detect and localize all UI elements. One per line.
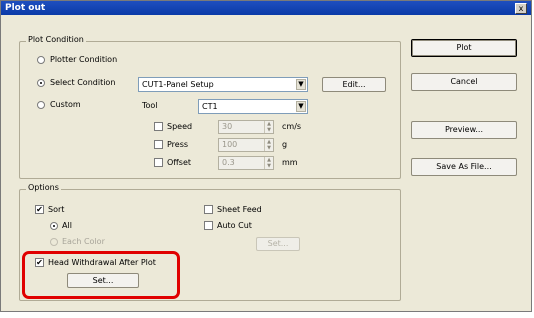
tool-label: Tool: [142, 101, 158, 110]
select-condition-label: Select Condition: [50, 78, 116, 87]
auto-cut-set-button-label: Set...: [267, 239, 289, 248]
chevron-down-icon[interactable]: ▼: [296, 79, 306, 90]
tool-select[interactable]: CT1 ▼: [198, 99, 308, 114]
plotter-condition-label: Plotter Condition: [50, 55, 118, 64]
edit-button-label: Edit...: [342, 80, 366, 89]
highlight-annotation: [22, 251, 180, 299]
offset-spinner[interactable]: ▲ ▼: [264, 157, 273, 169]
plot-out-dialog: Plot out x Plot Condition Plotter Condit…: [0, 0, 532, 312]
close-icon[interactable]: x: [515, 3, 527, 14]
window-title: Plot out: [5, 3, 46, 13]
press-value: 100: [222, 140, 238, 149]
sort-label: Sort: [48, 205, 65, 214]
offset-unit: mm: [282, 158, 298, 167]
condition-select[interactable]: CUT1-Panel Setup ▼: [138, 77, 308, 92]
custom-radio[interactable]: [37, 101, 45, 109]
offset-label: Offset: [167, 158, 192, 167]
speed-value: 30: [222, 122, 233, 131]
speed-field[interactable]: 30 ▲ ▼: [218, 120, 274, 134]
all-radio[interactable]: [50, 222, 58, 230]
preview-button[interactable]: Preview...: [411, 121, 517, 139]
each-color-label: Each Color: [62, 237, 105, 246]
offset-field[interactable]: 0.3 ▲ ▼: [218, 156, 274, 170]
auto-cut-checkbox[interactable]: [204, 221, 213, 230]
cancel-button[interactable]: Cancel: [411, 73, 517, 91]
plot-condition-legend: Plot Condition: [26, 35, 86, 44]
save-as-file-button-label: Save As File...: [436, 162, 492, 171]
sheet-feed-checkbox[interactable]: [204, 205, 213, 214]
offset-checkbox[interactable]: [154, 158, 163, 167]
sheet-feed-label: Sheet Feed: [217, 205, 262, 214]
press-checkbox[interactable]: [154, 140, 163, 149]
title-bar: Plot out x: [1, 1, 531, 15]
preview-button-label: Preview...: [444, 125, 484, 134]
chevron-down-icon[interactable]: ▼: [296, 101, 306, 112]
custom-label: Custom: [50, 100, 81, 109]
options-legend: Options: [26, 183, 61, 192]
plot-condition-group: Plot Condition Plotter Condition Select …: [19, 35, 401, 179]
press-label: Press: [167, 140, 189, 149]
press-spinner[interactable]: ▲ ▼: [264, 139, 273, 151]
select-condition-radio[interactable]: [37, 79, 45, 87]
sort-checkbox[interactable]: ✔: [35, 205, 44, 214]
each-color-radio: [50, 238, 58, 246]
plotter-condition-radio[interactable]: [37, 56, 45, 64]
all-label: All: [62, 221, 72, 230]
auto-cut-label: Auto Cut: [217, 221, 252, 230]
speed-spinner[interactable]: ▲ ▼: [264, 121, 273, 133]
press-field[interactable]: 100 ▲ ▼: [218, 138, 274, 152]
press-unit: g: [282, 140, 288, 149]
auto-cut-set-button: Set...: [256, 237, 300, 251]
condition-select-value: CUT1-Panel Setup: [142, 80, 214, 89]
spin-down-icon: ▼: [267, 145, 271, 151]
plot-button-label: Plot: [456, 43, 472, 52]
speed-unit: cm/s: [282, 122, 302, 131]
spin-down-icon: ▼: [267, 163, 271, 169]
offset-value: 0.3: [222, 158, 235, 167]
save-as-file-button[interactable]: Save As File...: [411, 158, 517, 176]
cancel-button-label: Cancel: [450, 77, 478, 86]
spin-down-icon: ▼: [267, 127, 271, 133]
edit-button[interactable]: Edit...: [322, 77, 386, 92]
speed-checkbox[interactable]: [154, 122, 163, 131]
tool-select-value: CT1: [202, 102, 218, 111]
plot-button[interactable]: Plot: [411, 39, 517, 57]
speed-label: Speed: [167, 122, 193, 131]
